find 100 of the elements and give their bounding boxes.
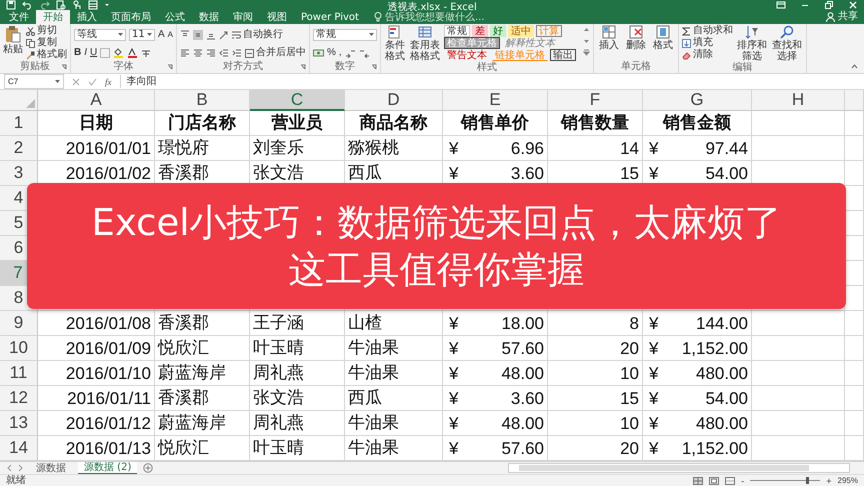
italic-button[interactable]: I (84, 47, 88, 59)
ribbon-display-icon[interactable] (776, 0, 786, 10)
close-icon[interactable] (848, 0, 858, 10)
row-header[interactable]: 7 (13, 264, 23, 282)
ribbon-tab[interactable]: 文件 (2, 10, 36, 24)
currency-format-icon[interactable] (313, 48, 324, 58)
ribbon-tab[interactable]: 页面布局 (104, 10, 158, 24)
undo-icon[interactable] (22, 0, 33, 10)
ribbon-tab[interactable]: 插入 (70, 10, 104, 24)
find-select-button[interactable]: 查找和选择 (771, 25, 804, 62)
page-layout-icon[interactable] (709, 476, 720, 484)
horizontal-scrollbar[interactable] (508, 463, 850, 473)
row-header[interactable]: 5 (14, 214, 24, 232)
row-header[interactable]: 4 (14, 189, 24, 207)
bold-button[interactable]: B (74, 47, 82, 59)
column-header[interactable]: E (443, 90, 548, 111)
row-header[interactable]: 6 (14, 239, 24, 257)
prev-sheet-icon[interactable] (6, 464, 12, 472)
page-break-icon[interactable] (725, 476, 736, 484)
font-color-icon[interactable] (127, 48, 138, 58)
increase-indent-icon[interactable] (232, 48, 242, 58)
zoom-in-button[interactable]: + (826, 476, 832, 486)
print-preview-icon[interactable] (56, 0, 66, 10)
phonetic-icon[interactable] (141, 48, 152, 58)
font-size-field[interactable]: 11 (129, 29, 155, 41)
column-header[interactable]: A (38, 90, 155, 111)
decrease-indent-icon[interactable] (219, 48, 230, 58)
add-sheet-icon[interactable] (143, 463, 154, 473)
clipboard-command[interactable]: 复制 (26, 37, 67, 49)
cell-style[interactable]: 输出 (550, 49, 576, 61)
share-button[interactable]: 共享 (826, 10, 858, 24)
percent-button[interactable]: % (327, 47, 336, 59)
next-sheet-icon[interactable] (18, 464, 24, 472)
cells-command-button[interactable]: 插入 (597, 25, 622, 51)
font-name-field[interactable]: 等线 (74, 29, 126, 41)
cell-style[interactable]: 好 (490, 25, 506, 37)
grow-font-button[interactable]: A (158, 29, 165, 41)
column-header[interactable]: H (752, 90, 845, 111)
row-header[interactable]: 3 (14, 164, 24, 182)
paste-button[interactable]: 粘贴 (3, 25, 23, 55)
column-header[interactable]: F (548, 90, 643, 111)
increase-decimal-icon[interactable] (344, 48, 356, 58)
decrease-decimal-icon[interactable] (358, 48, 370, 58)
cell-style[interactable]: 适中 (508, 25, 534, 37)
sheet-tab[interactable]: 源数据 (30, 462, 72, 474)
ribbon-tab[interactable]: 数据 (192, 10, 226, 24)
ribbon-tab[interactable]: Power Pivot (294, 10, 366, 24)
clear-button[interactable]: 清除 (682, 49, 734, 61)
clipboard-command[interactable]: 剪切 (26, 25, 67, 37)
cell-style[interactable]: 常规 (444, 25, 470, 37)
column-header[interactable]: B (155, 90, 250, 111)
save-icon[interactable] (6, 0, 16, 10)
clipboard-command[interactable]: 格式刷 (26, 49, 67, 61)
row-header[interactable]: 2 (14, 139, 24, 157)
underline-button[interactable]: U (90, 47, 98, 59)
fill-color-icon[interactable] (113, 48, 124, 58)
row-header[interactable]: 9 (14, 314, 24, 332)
column-header[interactable]: C (250, 90, 345, 111)
cells-command-button[interactable]: 删除 (624, 25, 648, 51)
number-format-field[interactable]: 常规 (313, 29, 378, 41)
form-icon[interactable] (88, 0, 98, 10)
name-box[interactable]: C7 (4, 74, 64, 89)
restore-icon[interactable] (824, 0, 834, 10)
cell-style[interactable]: 解释性文本 (502, 37, 558, 49)
normal-view-icon[interactable] (693, 476, 704, 484)
comma-style-button[interactable]: , (338, 47, 342, 59)
ribbon-tab[interactable]: 开始 (36, 10, 70, 24)
autosum-button[interactable]: 自动求和 (682, 25, 734, 37)
align-left-icon[interactable] (180, 48, 190, 58)
dialog-launcher-icon[interactable] (167, 64, 174, 70)
borders-icon[interactable] (100, 48, 110, 58)
ribbon-tab[interactable]: 视图 (260, 10, 294, 24)
merge-center-button[interactable]: 合并后居中 (245, 47, 306, 59)
sort-filter-button[interactable]: 排序和筛选 (736, 25, 768, 62)
zoom-out-button[interactable]: - (741, 476, 744, 486)
sheet-tab[interactable]: 源数据 (2) (78, 462, 138, 474)
dialog-launcher-icon[interactable] (61, 64, 67, 70)
fill-button[interactable]: 填充 (682, 37, 734, 49)
dialog-launcher-icon[interactable] (300, 64, 306, 70)
align-center-icon[interactable] (193, 48, 204, 58)
formula-field[interactable]: 李向阳 (120, 75, 860, 88)
format-as-table-button[interactable]: 套用表格格式 (409, 25, 442, 62)
cells-command-button[interactable]: 格式 (651, 25, 676, 51)
cell-style[interactable]: 警告文本 (444, 49, 490, 61)
orientation-icon[interactable] (219, 30, 230, 40)
align-middle-icon[interactable] (193, 30, 204, 40)
column-header[interactable]: G (643, 90, 752, 111)
collapse-ribbon-icon[interactable] (851, 64, 858, 69)
ribbon-tab[interactable]: 审阅 (226, 10, 260, 24)
dialog-launcher-icon[interactable] (371, 64, 378, 70)
row-header[interactable]: 8 (14, 289, 24, 307)
align-right-icon[interactable] (206, 48, 216, 58)
zoom-level[interactable]: 295% (838, 475, 858, 486)
tell-me-field[interactable]: 告诉我您想要做什么... (374, 10, 503, 24)
redo-icon[interactable] (39, 0, 50, 10)
insert-function-button[interactable]: fx (105, 76, 112, 86)
ribbon-tab[interactable]: 公式 (158, 10, 192, 24)
zoom-slider[interactable] (806, 477, 810, 484)
more-icon[interactable] (583, 47, 590, 57)
wrap-text-button[interactable]: 自动换行 (232, 29, 284, 41)
